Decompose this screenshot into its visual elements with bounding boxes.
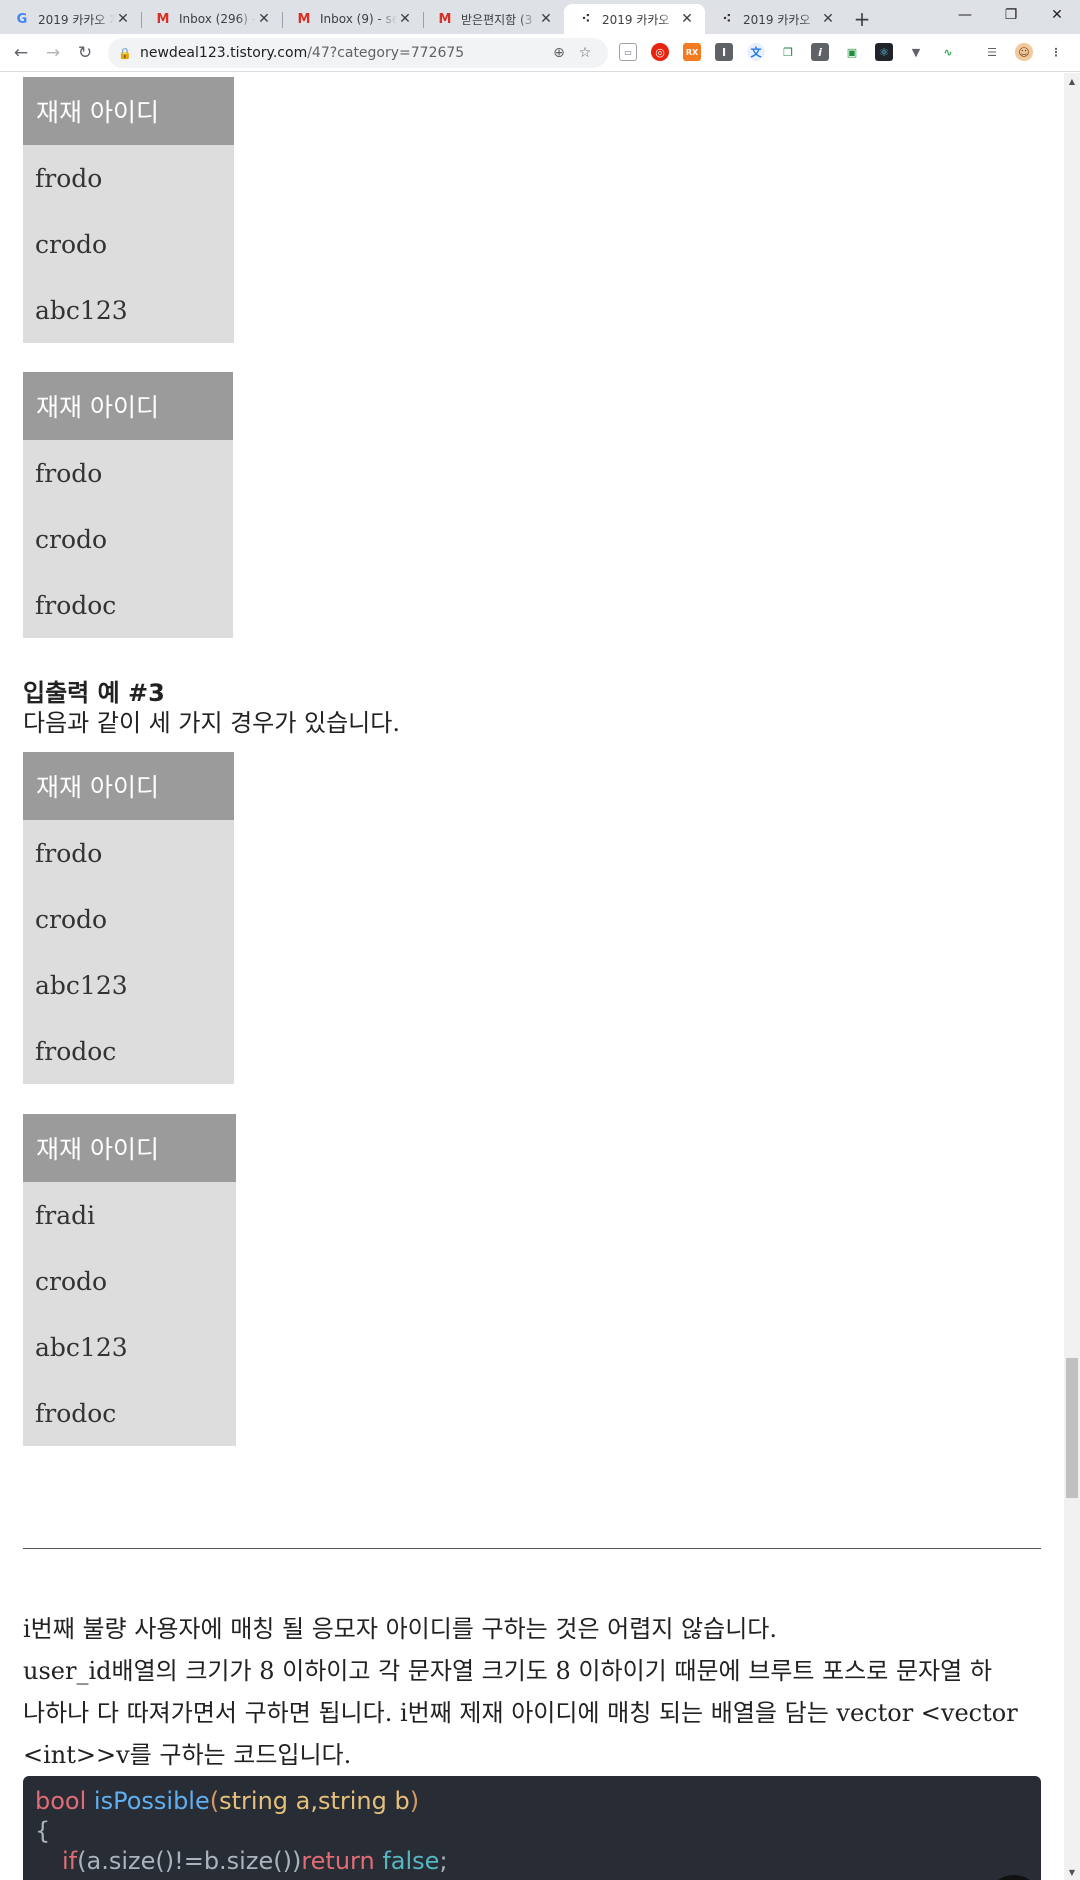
banned-id-table: 재재 아이디 fradi crodo abc123 frodoc [23,1114,236,1446]
code-block: bool isPossible(string a,string b) { if(… [23,1776,1041,1880]
browser-tab[interactable]: M Inbox (9) - se ✕ [282,4,423,34]
code-line: if(a.size()!=b.size())return false; [62,1847,448,1875]
scrollbar-thumb[interactable] [1066,1358,1078,1498]
browser-tab[interactable]: M 받은편지함 (3 ✕ [423,4,564,34]
browser-tab[interactable]: ⁖ 2019 카카오 ✕ [705,4,846,34]
tab-title: 2019 카카오 [743,12,811,27]
explanation-line: i번째 불량 사용자에 매칭 될 응모자 아이디를 구하는 것은 어렵지 않습니… [23,1615,777,1643]
back-icon[interactable]: ← [6,38,36,68]
bookmark-star-icon[interactable]: ☆ [572,45,598,61]
forward-icon[interactable]: → [38,38,68,68]
scroll-down-arrow-icon[interactable]: ▼ [1064,1864,1080,1880]
menu-icon[interactable]: ⋮ [1050,43,1062,61]
page-viewport: 재재 아이디 frodo crodo abc123 재재 아이디 frodo c… [0,73,1064,1880]
explanation-line: <int>>v를 구하는 코드입니다. [23,1741,352,1769]
table-row: crodo [23,1248,236,1314]
tab-title: 받은편지함 (3 [461,12,533,27]
table-header: 재재 아이디 [23,372,233,440]
tab-title: Inbox (296) - s [179,12,256,26]
cast-icon[interactable]: ▭ [619,43,637,61]
browser-toolbar: ← → ↻ 🔒 newdeal123.tistory.com/47?catego… [0,34,1080,72]
tistory-icon: ⁖ [581,11,591,27]
gmail-icon: M [297,11,311,27]
extension-italic-icon[interactable]: i [811,43,829,61]
minimize-icon[interactable]: — [942,0,988,30]
table-row: frodo [23,820,234,886]
table-row: frodoc [23,1018,234,1084]
google-icon: G [16,11,28,27]
table-header: 재재 아이디 [23,1114,236,1182]
table-row: crodo [23,886,234,952]
react-devtools-icon[interactable]: ⚛ [875,43,893,61]
banned-id-table: 재재 아이디 frodo crodo abc123 [23,77,234,343]
extension-red-icon[interactable]: ◎ [651,43,669,61]
extension-green-icon[interactable]: ❐ [779,43,797,61]
banned-id-table: 재재 아이디 frodo crodo frodoc [23,372,233,638]
close-window-icon[interactable]: ✕ [1034,0,1080,30]
table-row: frodo [23,145,234,211]
table-row: frodo [23,440,233,506]
section-divider [23,1548,1041,1549]
close-icon[interactable]: ✕ [397,11,413,27]
tv-icon[interactable]: ▣ [843,43,861,61]
zoom-icon[interactable]: ⊕ [546,45,572,61]
tab-strip: G 2019 카카오 개 ✕ M Inbox (296) - s ✕ M Inb… [0,0,1080,34]
translate-icon[interactable]: 文 [747,43,765,61]
table-header: 재재 아이디 [23,77,234,145]
table-row: crodo [23,211,234,277]
code-line: bool isPossible(string a,string b) [35,1787,420,1815]
extension-info-icon[interactable]: I [715,43,733,61]
new-tab-button[interactable]: + [846,4,878,34]
close-icon[interactable]: ✕ [679,11,695,27]
table-row: abc123 [23,277,234,343]
table-row: frodoc [23,1380,236,1446]
profile-avatar[interactable]: ☺ [1015,43,1033,61]
close-icon[interactable]: ✕ [115,11,131,27]
table-row: frodoc [23,572,233,638]
url-text[interactable]: newdeal123.tistory.com/47?category=77267… [140,45,546,61]
tistory-icon: ⁖ [722,11,732,27]
extension-rx-icon[interactable]: RX [683,43,701,61]
vue-devtools-icon[interactable]: ▼ [907,43,925,61]
close-icon[interactable]: ✕ [256,11,272,27]
tab-title: 2019 카카오 [602,12,670,27]
tab-title: 2019 카카오 개 [38,12,115,27]
close-icon[interactable]: ✕ [538,11,554,27]
address-bar[interactable]: 🔒 newdeal123.tistory.com/47?category=772… [108,38,608,68]
explanation-text: i번째 불량 사용자에 매칭 될 응모자 아이디를 구하는 것은 어렵지 않습니… [23,1608,1041,1776]
explanation-line: 나하나 다 따져가면서 구하면 됩니다. i번째 제재 아이디에 매칭 되는 배… [23,1699,1018,1727]
explanation-line: user_id배열의 크기가 8 이하이고 각 문자열 크기도 8 이하이기 때… [23,1657,992,1685]
banned-id-table: 재재 아이디 frodo crodo abc123 frodoc [23,752,234,1084]
extension-wave-icon[interactable]: ∿ [939,43,957,61]
browser-tab[interactable]: M Inbox (296) - s ✕ [141,4,282,34]
table-row: abc123 [23,952,234,1018]
page-scrollbar[interactable]: ▲ ▼ [1064,73,1080,1880]
gmail-icon: M [438,11,452,27]
code-line: { [35,1817,51,1845]
restore-icon[interactable]: ❐ [988,0,1034,30]
reload-icon[interactable]: ↻ [70,38,100,68]
tab-title: Inbox (9) - se [320,12,397,26]
browser-tab-active[interactable]: ⁖ 2019 카카오 ✕ [564,4,705,34]
table-row: fradi [23,1182,236,1248]
browser-tab[interactable]: G 2019 카카오 개 ✕ [0,4,141,34]
table-row: abc123 [23,1314,236,1380]
playlist-icon[interactable]: ☰ [983,43,1001,61]
table-row: crodo [23,506,233,572]
lock-icon: 🔒 [118,46,132,60]
table-header: 재재 아이디 [23,752,234,820]
gmail-icon: M [156,11,170,27]
scroll-up-arrow-icon[interactable]: ▲ [1064,73,1080,89]
example-description: 다음과 같이 세 가지 경우가 있습니다. [23,709,400,737]
close-icon[interactable]: ✕ [820,11,836,27]
